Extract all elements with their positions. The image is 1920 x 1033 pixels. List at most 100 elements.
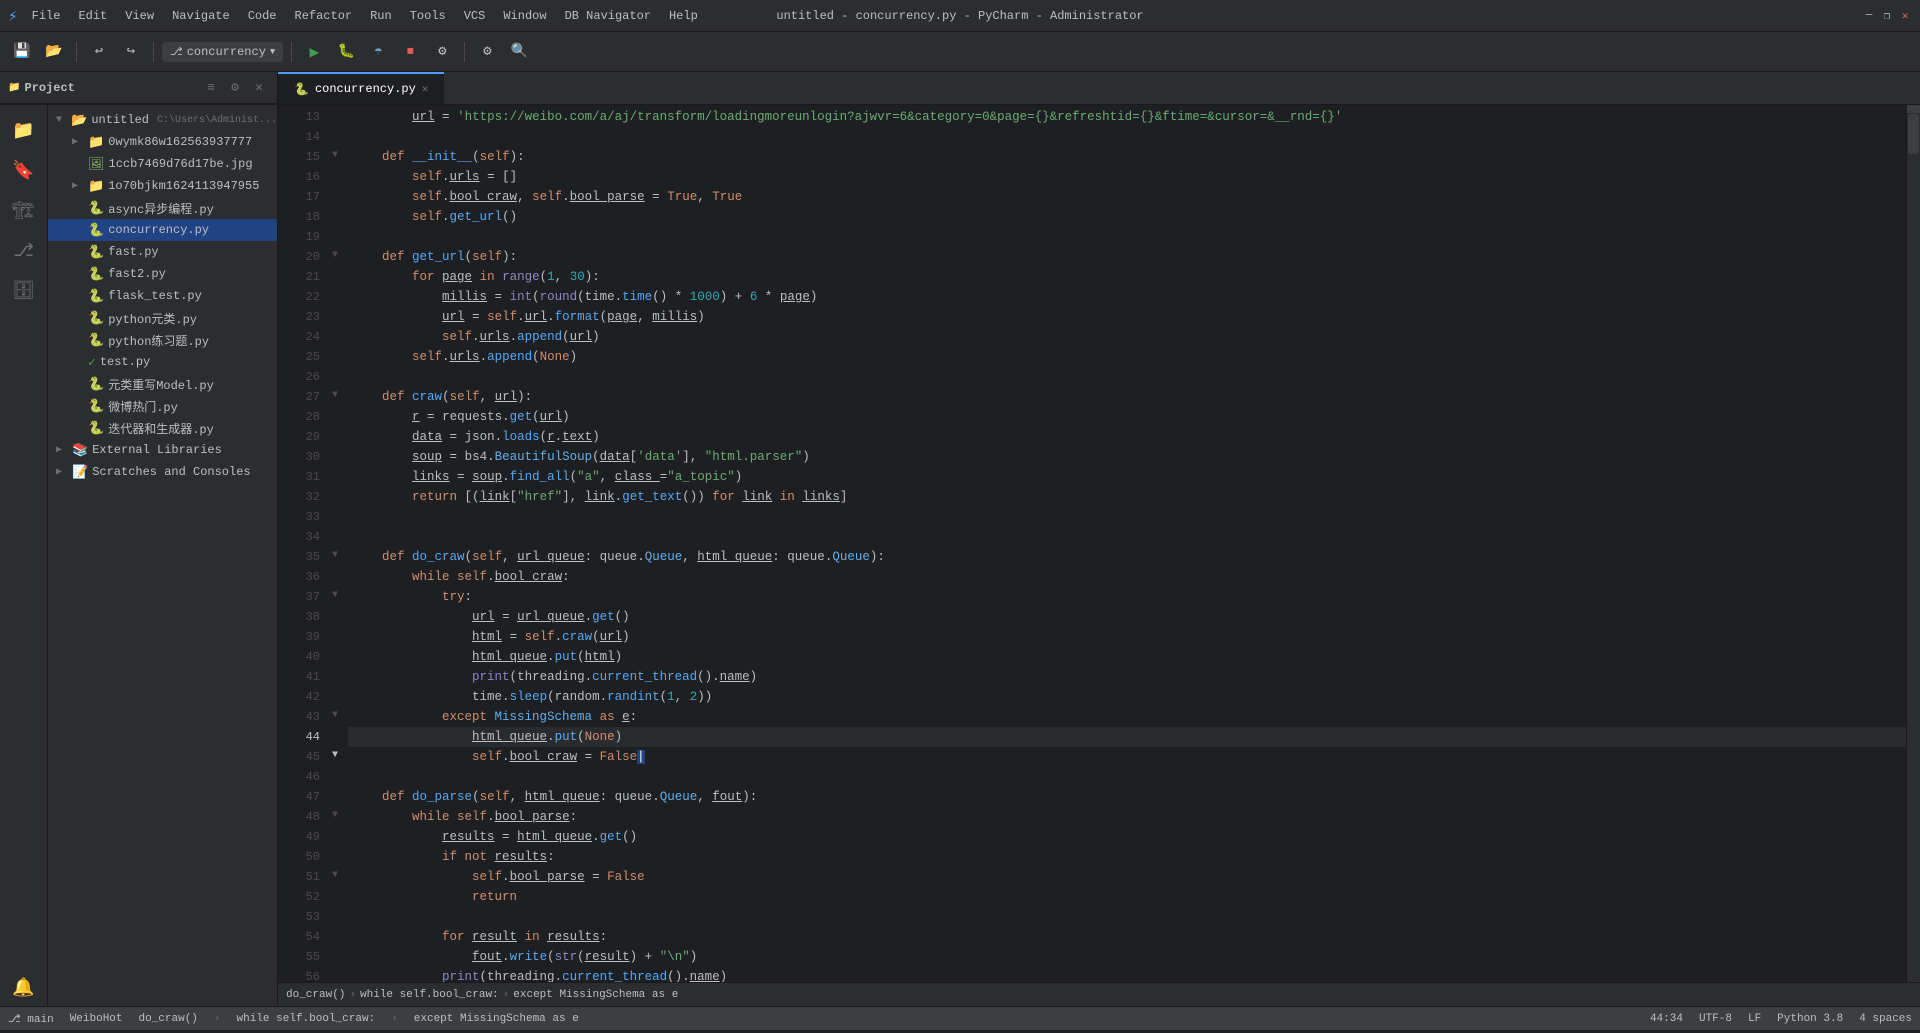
tree-item-weibo[interactable]: ▶ 🐍 微博热门.py — [48, 395, 277, 417]
tree-item-model[interactable]: ▶ 🐍 元类重写Model.py — [48, 373, 277, 395]
line-separator-indicator[interactable]: LF — [1748, 1013, 1761, 1025]
menu-navigate[interactable]: Navigate — [164, 5, 238, 27]
tree-item-1o70[interactable]: ▶ 📁 1o70bjkm1624113947955 — [48, 175, 277, 197]
tree-item-1ccb[interactable]: ▶ 🖼 1ccb7469d76d17be.jpg — [48, 153, 277, 175]
menu-view[interactable]: View — [117, 5, 162, 27]
code-editor[interactable]: url = 'https://weibo.com/a/aj/transform/… — [348, 105, 1906, 982]
run-button[interactable]: ▶ — [300, 38, 328, 66]
code-line-28: r = requests.get(url) — [348, 407, 1906, 427]
code-line-50: if not results: — [348, 847, 1906, 867]
tree-item-root[interactable]: ▼ 📂 untitled C:\Users\Administ... — [48, 109, 277, 131]
fold-arrow-geturl[interactable]: ▼ — [328, 250, 342, 261]
code-line-48: while self.bool_parse: — [348, 807, 1906, 827]
code-line-52: return — [348, 887, 1906, 907]
minimize-button[interactable]: ─ — [1862, 9, 1876, 23]
code-container[interactable]: 13 14 15 16 17 18 19 20 21 22 23 24 25 2… — [278, 105, 1920, 982]
sidebar-db-icon[interactable]: 🗄 — [6, 273, 42, 309]
close-button[interactable]: ✕ — [1898, 9, 1912, 23]
code-line-53 — [348, 907, 1906, 927]
save-button[interactable]: 💾 — [8, 38, 36, 66]
fold-arrow-ifnot[interactable]: ▼ — [328, 870, 342, 881]
debug-button[interactable]: 🐛 — [332, 38, 360, 66]
sidebar-structure-icon[interactable]: 🏗 — [6, 193, 42, 229]
settings-button[interactable]: ⚙ — [473, 38, 501, 66]
tab-close-button[interactable]: ✕ — [422, 82, 429, 96]
encoding-indicator[interactable]: UTF-8 — [1699, 1013, 1732, 1025]
fold-arrow-init[interactable]: ▼ — [328, 150, 342, 161]
scrollbar-thumb[interactable] — [1908, 114, 1919, 154]
menu-run[interactable]: Run — [362, 5, 400, 27]
code-line-22: millis = int(round(time.time() * 1000) +… — [348, 287, 1906, 307]
weibo-hot-label[interactable]: WeiboHot — [70, 1013, 123, 1025]
code-line-31: links = soup.find_all("a", class_="a_top… — [348, 467, 1906, 487]
line-col-indicator[interactable]: 44:34 — [1650, 1013, 1683, 1025]
file-label-async: async异步编程.py — [108, 200, 214, 217]
py-iter-icon: 🐍 — [88, 421, 104, 436]
app-icon: ⚡ — [8, 6, 18, 26]
tree-item-flask[interactable]: ▶ 🐍 flask_test.py — [48, 285, 277, 307]
coverage-button[interactable]: ☂ — [364, 38, 392, 66]
stop-button[interactable]: ⏹ — [396, 38, 424, 66]
tab-concurrency-py[interactable]: 🐍 concurrency.py ✕ — [278, 72, 444, 104]
menu-edit[interactable]: Edit — [70, 5, 115, 27]
tree-item-fast2[interactable]: ▶ 🐍 fast2.py — [48, 263, 277, 285]
indent-indicator[interactable]: 4 spaces — [1859, 1013, 1912, 1025]
menu-vcs[interactable]: VCS — [456, 5, 494, 27]
tree-item-test[interactable]: ▶ ✓ test.py — [48, 351, 277, 373]
settings-panel-icon[interactable]: ⚙ — [225, 78, 245, 98]
maximize-button[interactable]: ❐ — [1880, 9, 1894, 23]
fold-arrow-doparse[interactable]: ▼ — [328, 810, 342, 821]
ext-arrow-icon: ▶ — [56, 444, 68, 456]
redo-button[interactable]: ↪ — [117, 38, 145, 66]
tree-item-iterator[interactable]: ▶ 🐍 迭代器和生成器.py — [48, 417, 277, 439]
search-everywhere-button[interactable]: 🔍 — [505, 38, 533, 66]
code-line-49: results = html_queue.get() — [348, 827, 1906, 847]
fold-arrow-docraw[interactable]: ▼ — [328, 550, 342, 561]
tree-item-fast[interactable]: ▶ 🐍 fast.py — [48, 241, 277, 263]
hide-panel-icon[interactable]: ✕ — [249, 78, 269, 98]
tree-item-external[interactable]: ▶ 📚 External Libraries — [48, 439, 277, 461]
sidebar-bookmark-icon[interactable]: 🔖 — [6, 153, 42, 189]
tree-item-concurrency[interactable]: ▶ 🐍 concurrency.py — [48, 219, 277, 241]
collapse-all-icon[interactable]: ≡ — [201, 78, 221, 98]
code-line-26 — [348, 367, 1906, 387]
open-button[interactable]: 📂 — [40, 38, 68, 66]
fold-arrow-try[interactable]: ▼ — [328, 590, 342, 601]
fold-arrow-craw[interactable]: ▼ — [328, 390, 342, 401]
menu-help[interactable]: Help — [661, 5, 706, 27]
git-status[interactable]: ⎇ main — [8, 1012, 54, 1026]
branch-selector[interactable]: ⎇ concurrency ▼ — [162, 42, 283, 62]
sidebar-git-icon[interactable]: ⎇ — [6, 233, 42, 269]
tree-item-exercise[interactable]: ▶ 🐍 python练习题.py — [48, 329, 277, 351]
file-label-fast: fast.py — [108, 245, 158, 259]
breadcrumb-item-3[interactable]: except MissingSchema as e — [513, 989, 678, 1001]
breadcrumb-sep-1: › — [349, 989, 356, 1001]
fold-arrow-except[interactable]: ▼ — [328, 710, 342, 721]
breadcrumb-item-2[interactable]: while self.bool_craw: — [360, 989, 499, 1001]
menu-tools[interactable]: Tools — [402, 5, 454, 27]
sidebar-notifications-icon[interactable]: 🔔 — [6, 970, 42, 1006]
tree-item-0wymk[interactable]: ▶ 📁 0wymk86w162563937777 — [48, 131, 277, 153]
scratch-label: Scratches and Consoles — [92, 465, 250, 479]
menu-code[interactable]: Code — [240, 5, 285, 27]
menu-db-navigator[interactable]: DB Navigator — [557, 5, 659, 27]
menu-refactor[interactable]: Refactor — [287, 5, 361, 27]
breadcrumb-item-1[interactable]: do_craw() — [286, 989, 345, 1001]
menu-window[interactable]: Window — [495, 5, 554, 27]
tree-item-async[interactable]: ▶ 🐍 async异步编程.py — [48, 197, 277, 219]
code-line-43: except MissingSchema as e: — [348, 707, 1906, 727]
file-label-fast2: fast2.py — [108, 267, 166, 281]
undo-button[interactable]: ↩ — [85, 38, 113, 66]
code-line-20: def get_url(self): — [348, 247, 1906, 267]
project-icon: 📁 — [8, 82, 20, 94]
more-run-button[interactable]: ⚙ — [428, 38, 456, 66]
tree-item-scratches[interactable]: ▶ 📝 Scratches and Consoles — [48, 461, 277, 483]
python-version-indicator[interactable]: Python 3.8 — [1777, 1013, 1843, 1025]
tree-item-metaclass[interactable]: ▶ 🐍 python元类.py — [48, 307, 277, 329]
expand-arrow-icon: ▼ — [56, 115, 67, 126]
code-line-38: url = url_queue.get() — [348, 607, 1906, 627]
fold-arrow-cur[interactable]: ▼ — [328, 750, 342, 761]
breadcrumb-sep-2: › — [503, 989, 510, 1001]
sidebar-project-icon[interactable]: 📁 — [6, 113, 42, 149]
menu-file[interactable]: File — [24, 5, 69, 27]
